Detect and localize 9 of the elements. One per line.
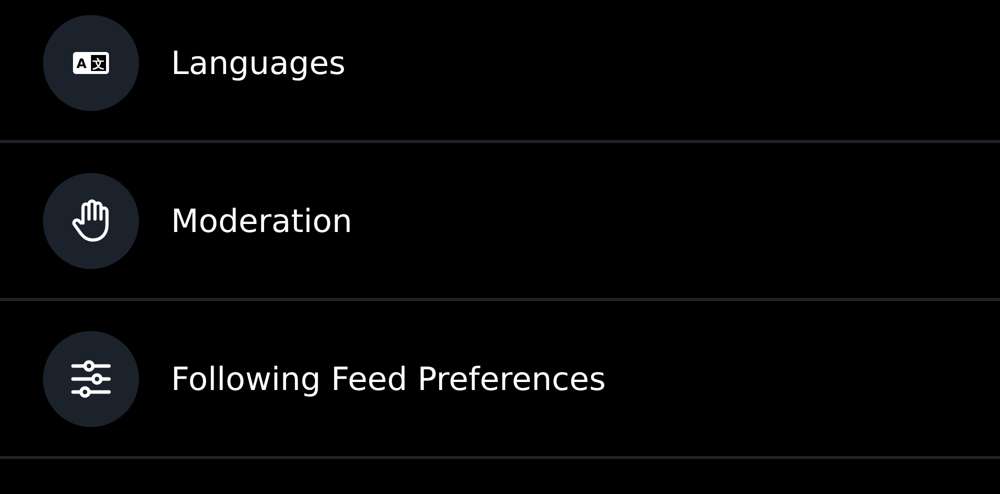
settings-row[interactable]: Moderation	[0, 143, 1000, 301]
settings-row[interactable]: A 文 Languages	[0, 0, 1000, 143]
row-label: Following Feed Preferences	[171, 360, 606, 398]
translate-icon: A 文	[73, 50, 109, 74]
row-label: Languages	[171, 44, 346, 82]
settings-row[interactable]: Following Feed Preferences	[0, 301, 1000, 459]
row-label: Moderation	[171, 202, 352, 240]
hand-icon	[71, 198, 111, 242]
sliders-icon	[71, 360, 111, 398]
